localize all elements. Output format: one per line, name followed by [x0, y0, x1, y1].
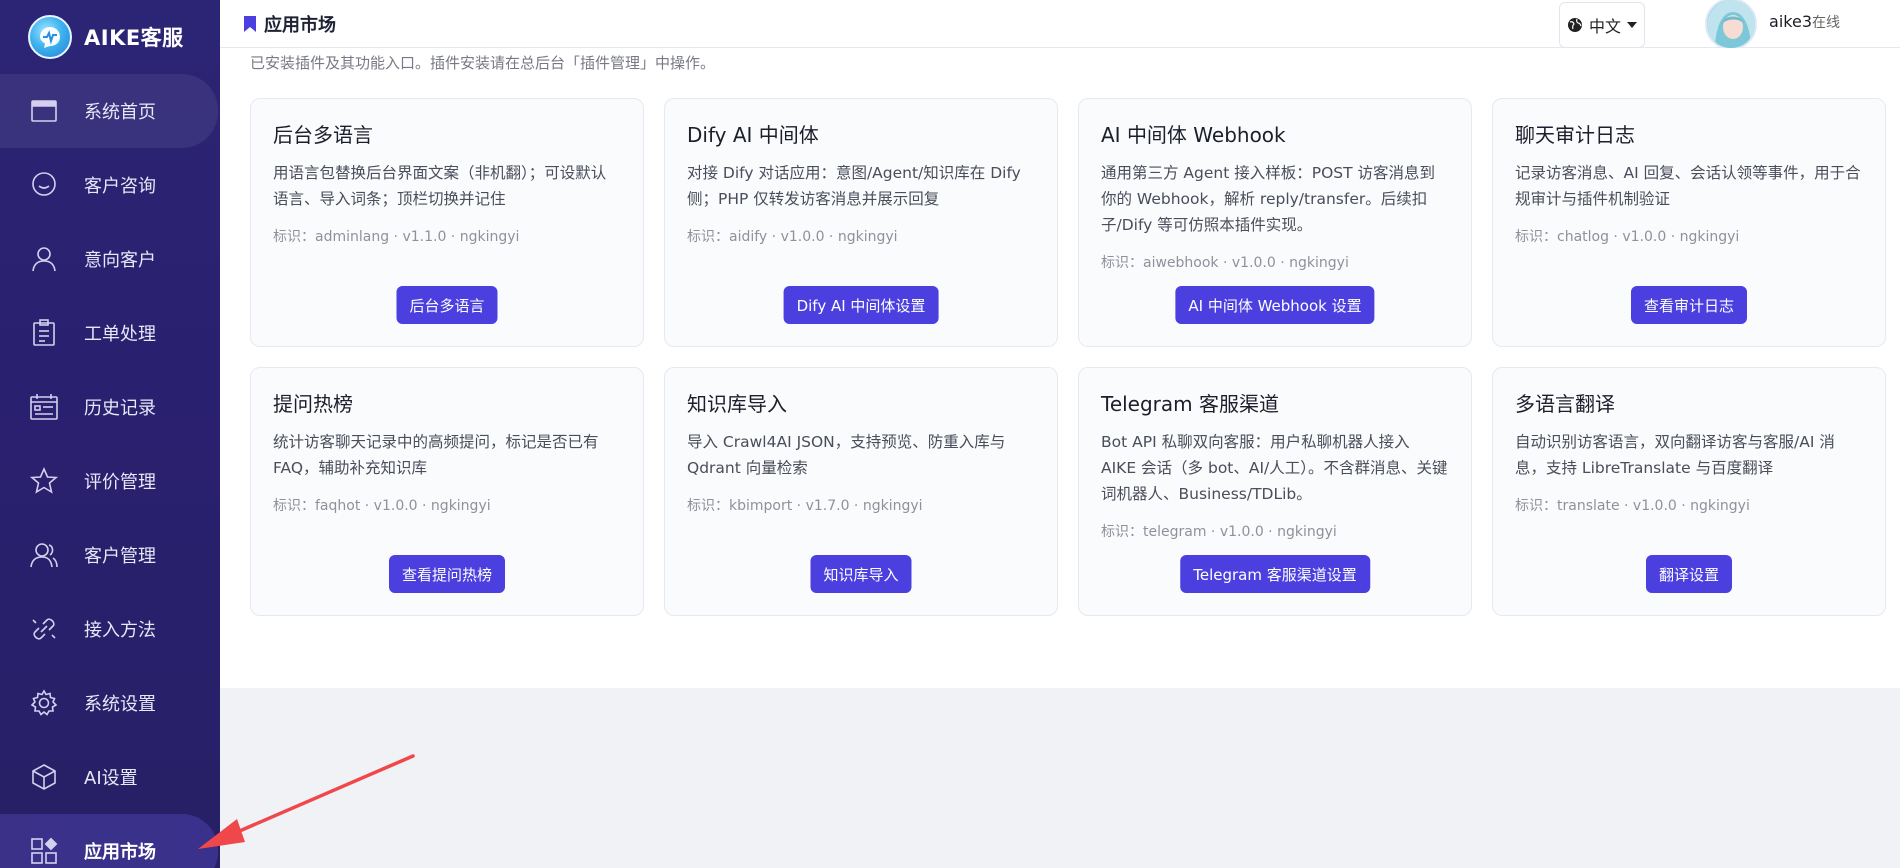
user-manage-icon: [28, 539, 60, 571]
link-icon: [28, 613, 60, 645]
sidebar-item-label: 意向客户: [84, 250, 156, 271]
sidebar-item-label: AI设置: [84, 768, 138, 789]
plugin-description: 导入 Crawl4AI JSON，支持预览、防重入库与 Qdrant 向量检索: [687, 433, 1006, 477]
plugin-action-button[interactable]: 查看审计日志: [1630, 286, 1748, 324]
calendar-list-icon: [28, 391, 60, 423]
plugin-title: AI 中间体 Webhook: [1101, 123, 1286, 147]
plugin-meta: 标识：telegram · v1.0.0 · ngkingyi: [1101, 524, 1337, 540]
plugin-card: 多语言翻译 自动识别访客语言，双向翻译访客与客服/AI 消息，支持 LibreT…: [1492, 367, 1886, 616]
plugin-title: 提问热榜: [273, 392, 353, 416]
brand-logo-icon: [28, 15, 72, 59]
plugin-meta: 标识：aiwebhook · v1.0.0 · ngkingyi: [1101, 255, 1349, 271]
apps-grid-icon: [28, 835, 60, 867]
sidebar-nav: 系统首页 客户咨询 意向客户 工单处理 历史记录 评价管理 客户管理 接入方法 …: [0, 74, 220, 868]
gear-icon: [28, 687, 60, 719]
plugin-card: 聊天审计日志 记录访客消息、AI 回复、会话认领等事件，用于合规审计与插件机制验…: [1492, 98, 1886, 347]
plugin-card: 后台多语言 用语言包替换后台界面文案（非机翻）；可设默认语言、导入词条；顶栏切换…: [250, 98, 644, 347]
plugin-title: 聊天审计日志: [1515, 123, 1635, 147]
sidebar: AIKE客服 系统首页 客户咨询 意向客户 工单处理 历史记录 评价管理 客户管…: [0, 0, 220, 868]
sidebar-item-label: 客户咨询: [84, 176, 156, 197]
cube-icon: [28, 761, 60, 793]
caret-down-icon: [1627, 22, 1637, 28]
plugin-action-button[interactable]: 后台多语言: [396, 286, 498, 324]
sidebar-item-label: 系统首页: [84, 102, 156, 123]
sidebar-item-ai-settings[interactable]: AI设置: [0, 740, 220, 814]
plugin-action-button[interactable]: AI 中间体 Webhook 设置: [1175, 286, 1375, 324]
sidebar-item-label: 评价管理: [84, 472, 156, 493]
plugin-meta: 标识：adminlang · v1.1.0 · ngkingyi: [273, 229, 520, 245]
sidebar-item-label: 历史记录: [84, 398, 156, 419]
plugin-title: 多语言翻译: [1515, 392, 1615, 416]
sidebar-item-reviews[interactable]: 评价管理: [0, 444, 220, 518]
plugin-title: 知识库导入: [687, 392, 787, 416]
plugin-action-button[interactable]: 查看提问热榜: [388, 555, 506, 593]
plugin-card: Dify AI 中间体 对接 Dify 对话应用：意图/Agent/知识库在 D…: [664, 98, 1058, 347]
plugin-action-button[interactable]: 翻译设置: [1645, 555, 1733, 593]
sidebar-item-app-market[interactable]: 应用市场: [0, 814, 218, 868]
sidebar-item-label: 系统设置: [84, 694, 156, 715]
sidebar-item-integration[interactable]: 接入方法: [0, 592, 220, 666]
avatar[interactable]: [1705, 0, 1757, 50]
plugin-description: 统计访客聊天记录中的高频提问，标记是否已有 FAQ，辅助补充知识库: [273, 433, 599, 477]
sidebar-item-label: 客户管理: [84, 546, 156, 567]
plugin-title: Dify AI 中间体: [687, 123, 819, 147]
plugin-action-button[interactable]: Telegram 客服渠道设置: [1180, 555, 1370, 593]
globe-icon: [1567, 18, 1582, 32]
plugin-meta: 标识：faqhot · v1.0.0 · ngkingyi: [273, 498, 491, 514]
plugin-meta: 标识：translate · v1.0.0 · ngkingyi: [1515, 498, 1750, 514]
clipboard-icon: [28, 317, 60, 349]
page-title-text: 应用市场: [264, 14, 336, 36]
plugin-action-button[interactable]: Dify AI 中间体设置: [783, 286, 939, 324]
page-title: 应用市场: [244, 11, 336, 37]
brand[interactable]: AIKE客服: [0, 0, 220, 74]
brand-name: AIKE客服: [84, 26, 184, 50]
window-icon: [28, 95, 60, 127]
plugin-title: 后台多语言: [273, 123, 373, 147]
plugin-title: Telegram 客服渠道: [1101, 392, 1279, 416]
star-icon: [28, 465, 60, 497]
plugin-card: 知识库导入 导入 Crawl4AI JSON，支持预览、防重入库与 Qdrant…: [664, 367, 1058, 616]
user-status: 在线: [1812, 15, 1840, 31]
plugin-action-button[interactable]: 知识库导入: [810, 555, 912, 593]
user-info[interactable]: aike3在线: [1769, 12, 1840, 32]
plugin-card: Telegram 客服渠道 Bot API 私聊双向客服：用户私聊机器人接入 A…: [1078, 367, 1472, 616]
plugin-description: 通用第三方 Agent 接入样板：POST 访客消息到你的 Webhook，解析…: [1101, 164, 1436, 234]
plugin-grid: 后台多语言 用语言包替换后台界面文案（非机翻）；可设默认语言、导入词条；顶栏切换…: [250, 98, 1886, 616]
language-switcher[interactable]: 中文: [1559, 2, 1645, 48]
sidebar-item-label: 应用市场: [84, 842, 156, 863]
sidebar-item-customers[interactable]: 客户管理: [0, 518, 220, 592]
plugin-meta: 标识：aidify · v1.0.0 · ngkingyi: [687, 229, 898, 245]
sidebar-item-settings[interactable]: 系统设置: [0, 666, 220, 740]
user-name: aike3: [1769, 12, 1812, 31]
sidebar-item-tickets[interactable]: 工单处理: [0, 296, 220, 370]
bookmark-icon: [244, 15, 256, 32]
language-label: 中文: [1588, 17, 1621, 36]
main-content: 已安装插件及其功能入口。插件安装请在总后台「插件管理」中操作。 后台多语言 用语…: [220, 48, 1900, 688]
plugin-description: 对接 Dify 对话应用：意图/Agent/知识库在 Dify 侧；PHP 仅转…: [687, 164, 1021, 208]
plugin-meta: 标识：kbimport · v1.7.0 · ngkingyi: [687, 498, 923, 514]
plugin-description: 记录访客消息、AI 回复、会话认领等事件，用于合规审计与插件机制验证: [1515, 164, 1861, 208]
plugin-card: AI 中间体 Webhook 通用第三方 Agent 接入样板：POST 访客消…: [1078, 98, 1472, 347]
chat-bubble-icon: [28, 169, 60, 201]
sidebar-item-label: 接入方法: [84, 620, 156, 641]
plugin-description: 自动识别访客语言，双向翻译访客与客服/AI 消息，支持 LibreTransla…: [1515, 433, 1835, 477]
sidebar-item-consult[interactable]: 客户咨询: [0, 148, 220, 222]
plugin-meta: 标识：chatlog · v1.0.0 · ngkingyi: [1515, 229, 1740, 245]
sidebar-item-leads[interactable]: 意向客户: [0, 222, 220, 296]
person-icon: [28, 243, 60, 275]
sidebar-item-label: 工单处理: [84, 324, 156, 345]
plugin-description: Bot API 私聊双向客服：用户私聊机器人接入 AIKE 会话（多 bot、A…: [1101, 433, 1448, 503]
sidebar-item-home[interactable]: 系统首页: [0, 74, 218, 148]
intro-text: 已安装插件及其功能入口。插件安装请在总后台「插件管理」中操作。: [250, 54, 716, 72]
plugin-description: 用语言包替换后台界面文案（非机翻）；可设默认语言、导入词条；顶栏切换并记住: [273, 164, 607, 208]
sidebar-item-history[interactable]: 历史记录: [0, 370, 220, 444]
top-bar: 应用市场 中文 aike3在线: [220, 0, 1900, 50]
plugin-card: 提问热榜 统计访客聊天记录中的高频提问，标记是否已有 FAQ，辅助补充知识库 标…: [250, 367, 644, 616]
avatar-image: [1707, 0, 1755, 48]
